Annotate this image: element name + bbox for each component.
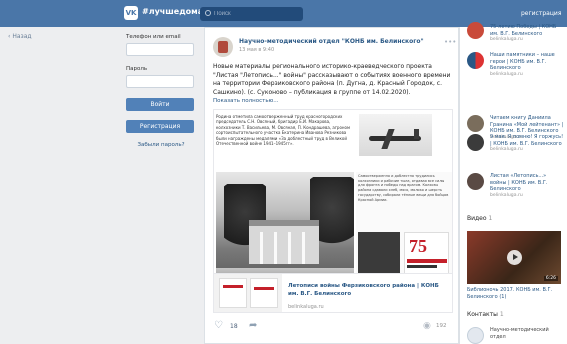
phone-field[interactable] xyxy=(126,43,194,56)
collage-side-text: Самоотверженно и доблестно трудились кол… xyxy=(358,174,449,202)
eye-icon: ◉ xyxy=(423,321,431,331)
back-link[interactable]: ‹ Назад xyxy=(8,33,32,40)
author-avatar[interactable] xyxy=(213,37,233,57)
brand-hashtag[interactable]: #лучшедома xyxy=(142,7,203,16)
link-site: belinkaluga.ru xyxy=(288,304,324,310)
airplane-photo xyxy=(359,114,432,156)
link-thumb xyxy=(467,52,484,69)
collage-caption: Родина отметила самоотверженный труд кра… xyxy=(216,114,350,147)
post-text: Новые материалы регионального историко-к… xyxy=(213,63,451,96)
video-thumbnail[interactable]: 6:26 xyxy=(467,231,561,284)
sidebar-link-title[interactable]: Наши памятники – наше герои | КОНБ им. В… xyxy=(490,52,555,71)
sidebar-link-title[interactable]: Листая «Летопись...» войны | КОНБ им. В.… xyxy=(490,173,547,192)
link-thumb xyxy=(467,115,484,132)
contact-avatar[interactable] xyxy=(467,327,484,344)
videos-heading[interactable]: Видео 1 xyxy=(467,215,492,222)
vk-logo[interactable]: VK xyxy=(124,6,138,20)
sidebar-link-site: belinkaluga.ru xyxy=(490,72,523,78)
search-icon xyxy=(205,10,211,16)
sidebar-link-site: belinkaluga.ru xyxy=(490,147,523,153)
login-button[interactable]: Войти xyxy=(126,98,194,111)
contacts-heading[interactable]: Контакты 1 xyxy=(467,311,504,318)
link-thumb xyxy=(467,22,484,39)
poster-number: 75 xyxy=(409,236,427,256)
videos-count: 1 xyxy=(488,215,493,222)
videos-heading-label: Видео xyxy=(467,215,487,222)
play-icon[interactable] xyxy=(507,250,522,265)
contact-name[interactable]: Научно-методический отдел xyxy=(490,327,562,340)
link-attachment[interactable]: Летописи войны Ферзиковского района | КО… xyxy=(213,273,453,313)
back-label: Назад xyxy=(12,33,32,40)
heart-icon[interactable]: ♡ xyxy=(214,321,223,331)
login-form: Телефон или email Пароль Войти Регистрац… xyxy=(126,34,196,148)
post-actions: ♡ 18 ➦ ◉ 192 xyxy=(213,320,453,334)
post-author[interactable]: Научно-методический отдел "КОНБ им. Бели… xyxy=(239,38,424,45)
link-thumbnail xyxy=(214,274,282,312)
post-image-collage[interactable]: Родина отметила самоотверженный труд кра… xyxy=(213,109,453,299)
search-input[interactable] xyxy=(214,8,299,20)
sidebar-link-site: belinkaluga.ru xyxy=(490,37,523,43)
right-sidebar: 75-летию Победы | КОНБ им. В.Г. Белинско… xyxy=(459,22,567,344)
link-thumb xyxy=(467,134,484,151)
chevron-left-icon: ‹ xyxy=(8,33,11,40)
post-date[interactable]: 13 мая в 9:40 xyxy=(239,47,274,53)
password-field[interactable] xyxy=(126,75,194,88)
phone-label: Телефон или email xyxy=(126,34,181,40)
show-more-link[interactable]: Показать полностью... xyxy=(213,98,278,104)
link-thumb xyxy=(467,173,484,190)
video-title[interactable]: Библионочь 2017. КОНБ им. В.Г. Белинског… xyxy=(467,287,561,300)
sidebar-link-title[interactable]: 75-летию Победы | КОНБ им. В.Г. Белинско… xyxy=(490,24,556,37)
sidebar-link-title[interactable]: 9 мая. Я помню! Я горжусь! | КОНБ им. В.… xyxy=(490,134,563,147)
view-count: 192 xyxy=(436,323,447,329)
like-count: 18 xyxy=(230,323,238,330)
video-duration: 6:26 xyxy=(543,276,558,281)
more-options-icon[interactable]: ••• xyxy=(444,38,456,46)
register-link[interactable]: регистрация xyxy=(521,10,561,17)
sidebar-link-site: belinkaluga.ru xyxy=(490,193,523,199)
search-box[interactable] xyxy=(200,7,303,21)
register-button[interactable]: Регистрация xyxy=(126,120,194,133)
share-icon[interactable]: ➦ xyxy=(249,321,257,331)
password-label: Пароль xyxy=(126,66,148,72)
forgot-password-link[interactable]: Забыли пароль? xyxy=(126,142,196,148)
contacts-heading-label: Контакты xyxy=(467,311,498,318)
top-bar: VK #лучшедома регистрация xyxy=(0,0,567,27)
sidebar-link-title[interactable]: Читаем книгу Даниила Гранина «Мой лейтен… xyxy=(490,115,563,134)
link-title[interactable]: Летописи войны Ферзиковского района | КО… xyxy=(288,283,448,298)
contacts-count: 1 xyxy=(499,311,504,318)
wall-post: Научно-методический отдел "КОНБ им. Бели… xyxy=(204,27,459,344)
